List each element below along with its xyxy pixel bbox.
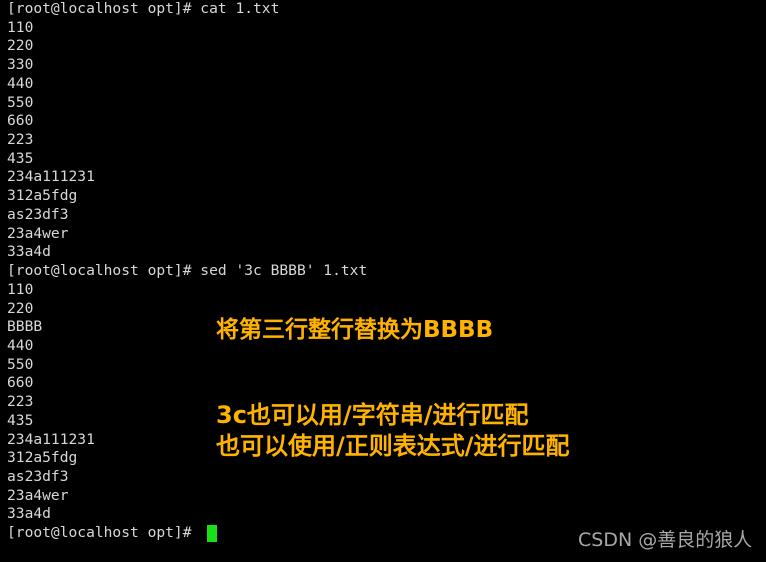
terminal-line: 435: [7, 149, 34, 167]
csdn-watermark: CSDN @善良的狼人: [578, 529, 753, 551]
terminal-line: 660: [7, 112, 34, 130]
terminal-line: 23a4wer: [7, 486, 69, 504]
terminal-line: 223: [7, 131, 34, 149]
terminal-line: as23df3: [7, 205, 69, 223]
annotation-regex-match: 也可以使用/正则表达式/进行匹配: [216, 432, 570, 460]
terminal-line: 33a4d: [7, 243, 51, 261]
terminal-line: 234a111231: [7, 168, 95, 186]
terminal-line: 330: [7, 56, 34, 74]
shell-prompt: [root@localhost opt]#: [7, 524, 201, 542]
terminal-line: 33a4d: [7, 505, 51, 523]
terminal-line: [root@localhost opt]# sed '3c BBBB' 1.tx…: [7, 262, 368, 280]
annotation-replace-line-three: 将第三行整行替换为BBBB: [216, 317, 494, 343]
terminal-line: [root@localhost opt]# cat 1.txt: [7, 0, 280, 17]
terminal-line: 23a4wer: [7, 224, 69, 242]
terminal-screen[interactable]: [root@localhost opt]# cat 1.txt 110 220 …: [0, 0, 766, 562]
text-cursor: [207, 524, 218, 542]
annotation-string-match: 3c也可以用/字符串/进行匹配: [216, 401, 529, 429]
terminal-line: as23df3: [7, 467, 69, 485]
terminal-line: 110: [7, 18, 34, 36]
terminal-line: 312a5fdg: [7, 187, 78, 205]
terminal-line: 660: [7, 374, 34, 392]
terminal-line: 550: [7, 93, 34, 111]
terminal-line: 550: [7, 355, 34, 373]
terminal-line: 220: [7, 37, 34, 55]
terminal-line: 110: [7, 280, 34, 298]
terminal-line: 440: [7, 74, 34, 92]
